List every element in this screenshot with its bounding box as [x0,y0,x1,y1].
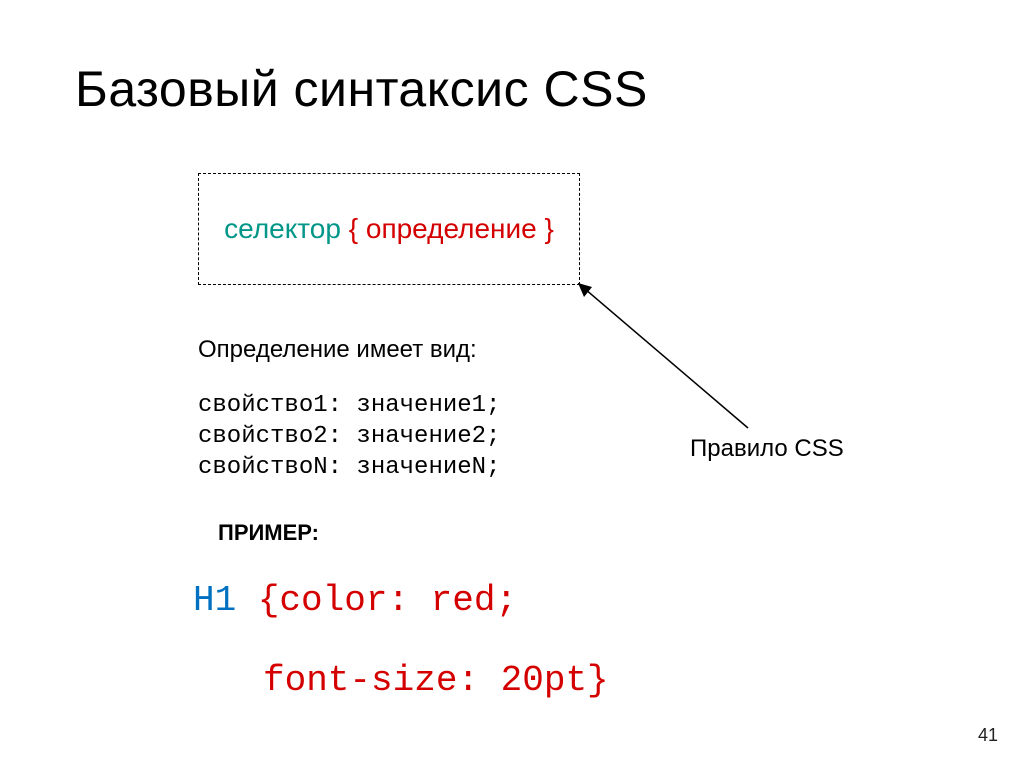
syntax-line: селектор { определение } [224,213,554,245]
property-line-1: свойство1: значение1; [198,392,500,419]
properties-block: свойство1: значение1; свойство2: значени… [198,390,500,484]
syntax-box: селектор { определение } [198,173,580,285]
example-label: ПРИМЕР: [218,520,319,546]
example-line-1: H1 {color: red; [193,580,517,621]
example-selector: H1 [193,580,236,621]
definition-subhead: Определение имеет вид: [198,336,477,364]
example-rest-1: {color: red; [236,580,517,621]
example-line-2: font-size: 20pt} [263,660,609,701]
slide-title: Базовый синтаксис CSS [75,60,648,118]
property-line-2: свойство2: значение2; [198,423,500,450]
page-number: 41 [978,725,998,746]
css-rule-label: Правило CSS [690,435,844,463]
property-line-3: свойствоN: значениеN; [198,454,500,481]
slide: Базовый синтаксис CSS селектор { определ… [0,0,1024,768]
syntax-selector: селектор [224,213,341,244]
arrow-icon [578,283,798,443]
syntax-definition: { определение } [349,213,554,244]
